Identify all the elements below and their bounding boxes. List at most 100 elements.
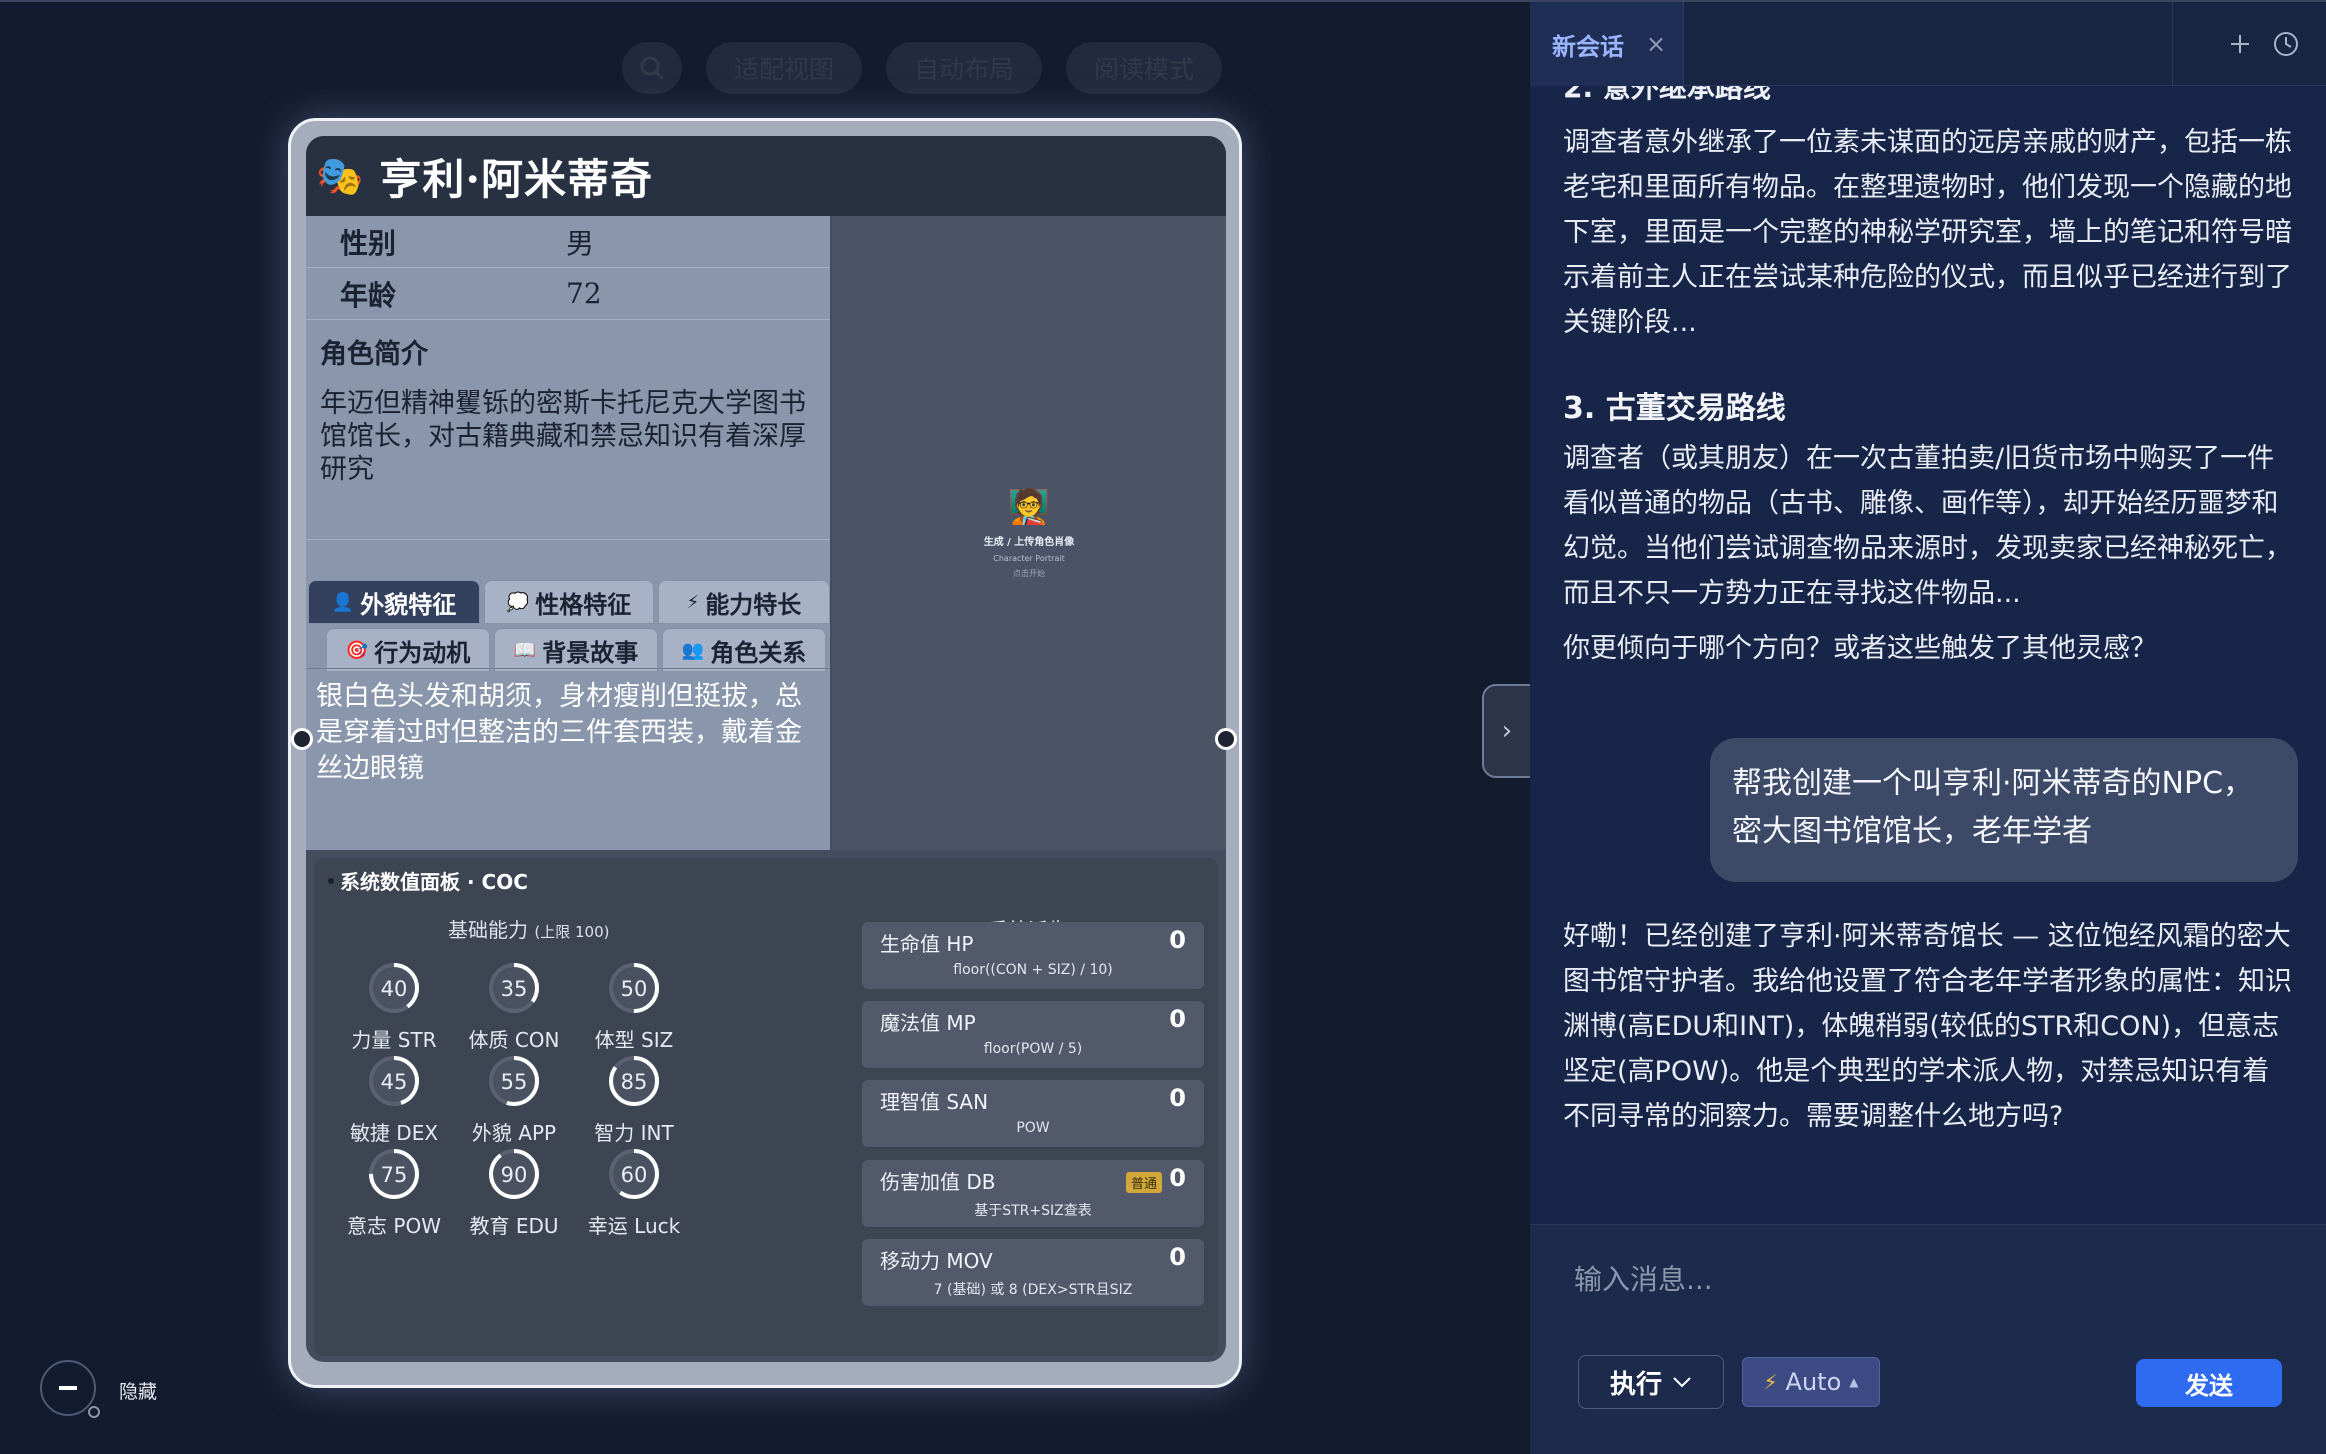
model-label: Auto <box>1785 1368 1842 1396</box>
gauge-ring: 35 <box>489 963 539 1013</box>
bio-title: 角色简介 <box>320 339 428 370</box>
bio-text[interactable]: 年迈但精神矍铄的密斯卡托尼克大学图书馆馆长，对古籍典藏和禁忌知识有着深厚研究 <box>320 387 818 486</box>
stat-gauge[interactable]: 50 体型 SIZ <box>594 958 674 1058</box>
people-icon: 👥 <box>681 639 705 661</box>
connection-handle-right[interactable] <box>1215 728 1237 750</box>
character-name: 亨利·阿米蒂奇 <box>379 154 653 204</box>
thought-bubble-icon: 💭 <box>506 591 530 613</box>
gauge-ring: 85 <box>609 1056 659 1106</box>
tab-background[interactable]: 📖 背景故事 <box>494 628 658 672</box>
stats-title-text: 系统数值面板 · COC <box>340 870 528 894</box>
assistant-paragraph: 调查者（或其朋友）在一次古董拍卖/旧货市场中购买了一件看似普通的物品（古书、雕像… <box>1563 443 2292 609</box>
gauge-value: 55 <box>501 1070 528 1094</box>
chat-header: 新会话 × <box>1530 2 2326 86</box>
mode-label: 执行 <box>1609 1369 1662 1400</box>
search-icon[interactable] <box>622 42 682 94</box>
tab-label: 角色关系 <box>710 638 807 667</box>
gauge-value: 85 <box>621 1070 648 1094</box>
info-row-gender: 性别 男 <box>306 216 830 268</box>
derived-name: 移动力 MOV <box>880 1249 993 1273</box>
assistant-reply: 好嘞！已经创建了亨利·阿米蒂奇馆长 — 这位饱经风霜的密大图书馆守护者。我给他设… <box>1563 921 2292 1132</box>
info-value[interactable]: 72 <box>566 277 602 310</box>
hide-label: 隐藏 <box>119 1381 158 1403</box>
tab-new-session[interactable]: 新会话 × <box>1530 2 1684 86</box>
info-value[interactable]: 男 <box>566 222 594 262</box>
gauge-label: 体型 SIZ <box>594 1028 674 1052</box>
collapse-panel-button[interactable]: › <box>1482 684 1532 778</box>
tab-content[interactable]: 银白色头发和胡须，身材瘦削但挺拔，总是穿着过时但整洁的三件套西装，戴着金丝边眼镜 <box>306 668 830 852</box>
stat-gauge[interactable]: 60 幸运 Luck <box>588 1144 680 1244</box>
stat-gauge[interactable]: 75 意志 POW <box>347 1144 441 1244</box>
close-icon[interactable]: × <box>1646 30 1666 58</box>
portrait-hint: 点击开始 <box>1013 569 1045 578</box>
send-button[interactable]: 发送 <box>2136 1359 2282 1407</box>
auto-layout-button[interactable]: 自动布局 <box>886 42 1043 94</box>
tab-appearance[interactable]: 👤 外貌特征 <box>308 580 480 624</box>
chat-messages[interactable]: 2. 意外继承路线 调查者意外继承了一位素未谋面的远房亲戚的财产，包括一栋老宅和… <box>1530 86 2326 1224</box>
gauge-ring: 60 <box>609 1149 659 1199</box>
gauge-ring: 90 <box>489 1149 539 1199</box>
derived-stat[interactable]: 生命值 HP 0 floor((CON + SIZ) / 10) <box>862 922 1204 989</box>
gauge-value: 90 <box>501 1163 528 1187</box>
stat-gauge[interactable]: 90 教育 EDU <box>469 1144 559 1244</box>
section-heading-cut: 2. 意外继承路线 <box>1563 86 1771 104</box>
tab-motivation[interactable]: 🎯 行为动机 <box>326 628 490 672</box>
model-select[interactable]: ⚡ Auto ▲ <box>1742 1357 1880 1407</box>
target-icon: 🎯 <box>345 639 369 661</box>
derived-stat[interactable]: 移动力 MOV 0 7 (基础) 或 8 (DEX>STR且SIZ <box>862 1239 1204 1306</box>
tab-label: 新会话 <box>1552 32 1624 61</box>
base-title-text: 基础能力 <box>448 918 528 942</box>
header-divider <box>2172 2 2173 86</box>
tab-personality[interactable]: 💭 性格特征 <box>484 580 654 624</box>
gauge-value: 35 <box>501 977 528 1001</box>
history-clock-icon[interactable] <box>2266 24 2306 64</box>
gauge-value: 45 <box>381 1070 408 1094</box>
stats-panel: 系统数值面板 · COC 基础能力 (上限 100) 系统派生 40力量 STR… <box>314 858 1218 1356</box>
minus-icon <box>59 1386 77 1390</box>
tab-label: 行为动机 <box>374 638 471 667</box>
derived-value: 0 <box>1169 926 1186 954</box>
derived-value: 0 <box>1169 1164 1186 1192</box>
plus-icon[interactable] <box>2220 24 2260 64</box>
book-icon: 📖 <box>513 639 537 661</box>
stat-gauge[interactable]: 35 体质 CON <box>468 958 560 1058</box>
read-mode-button[interactable]: 阅读模式 <box>1066 42 1223 94</box>
connection-handle-left[interactable] <box>291 728 313 750</box>
derived-value: 0 <box>1169 1084 1186 1112</box>
message-input[interactable] <box>1574 1257 2274 1301</box>
fit-view-button[interactable]: 适配视图 <box>706 42 863 94</box>
mode-select[interactable]: 执行 <box>1578 1355 1724 1409</box>
tab-label: 背景故事 <box>542 638 639 667</box>
derived-formula: POW <box>1016 1120 1050 1136</box>
derived-name: 魔法值 MP <box>880 1011 976 1035</box>
stat-gauge[interactable]: 55 外貌 APP <box>472 1051 556 1151</box>
caret-up-icon: ▲ <box>1849 1375 1859 1389</box>
base-stats-title: 基础能力 (上限 100) <box>448 914 609 943</box>
derived-value: 0 <box>1169 1243 1186 1271</box>
character-card[interactable]: 🎭 亨利·阿米蒂奇 性别 男 年龄 72 角色简介 年迈但精神矍铄的密斯卡托尼克… <box>306 136 1226 1362</box>
divider <box>306 539 830 540</box>
tab-relations[interactable]: 👥 角色关系 <box>662 628 826 672</box>
stat-gauge[interactable]: 40 力量 STR <box>351 958 437 1058</box>
user-message-bubble: 帮我创建一个叫亨利·阿米蒂奇的NPC，密大图书馆馆长，老年学者 <box>1710 738 2298 882</box>
hide-button[interactable] <box>40 1360 100 1418</box>
derived-value: 0 <box>1169 1005 1186 1033</box>
derived-formula: 7 (基础) 或 8 (DEX>STR且SIZ <box>933 1282 1133 1298</box>
portrait-area[interactable]: 🧑‍🏫 生成 / 上传角色肖像 Character Portrait 点击开始 <box>832 216 1226 850</box>
scholar-icon: 🧑‍🏫 <box>1007 487 1051 527</box>
info-panel: 性别 男 年龄 72 角色简介 年迈但精神矍铄的密斯卡托尼克大学图书馆馆长，对古… <box>306 216 830 850</box>
assistant-question: 你更倾向于哪个方向？或者这些触发了其他灵感？ <box>1563 633 2157 664</box>
section-heading: 3. 古董交易路线 <box>1563 391 1786 426</box>
status-dot <box>88 1406 100 1418</box>
derived-name: 生命值 HP <box>880 932 974 956</box>
info-label: 年龄 <box>340 278 397 312</box>
stat-gauge[interactable]: 85 智力 INT <box>594 1051 674 1151</box>
derived-stat[interactable]: 伤害加值 DB 0 基于STR+SIZ查表 普通 <box>862 1160 1204 1227</box>
lightning-icon: ⚡ <box>686 591 700 613</box>
tab-abilities[interactable]: ⚡ 能力特长 <box>658 580 830 624</box>
stats-title: 系统数值面板 · COC <box>328 866 528 895</box>
derived-stat[interactable]: 理智值 SAN 0 POW <box>862 1080 1204 1147</box>
stat-gauge[interactable]: 45 敏捷 DEX <box>350 1051 438 1151</box>
gauge-value: 50 <box>621 977 648 1001</box>
derived-stat[interactable]: 魔法值 MP 0 floor(POW / 5) <box>862 1001 1204 1068</box>
